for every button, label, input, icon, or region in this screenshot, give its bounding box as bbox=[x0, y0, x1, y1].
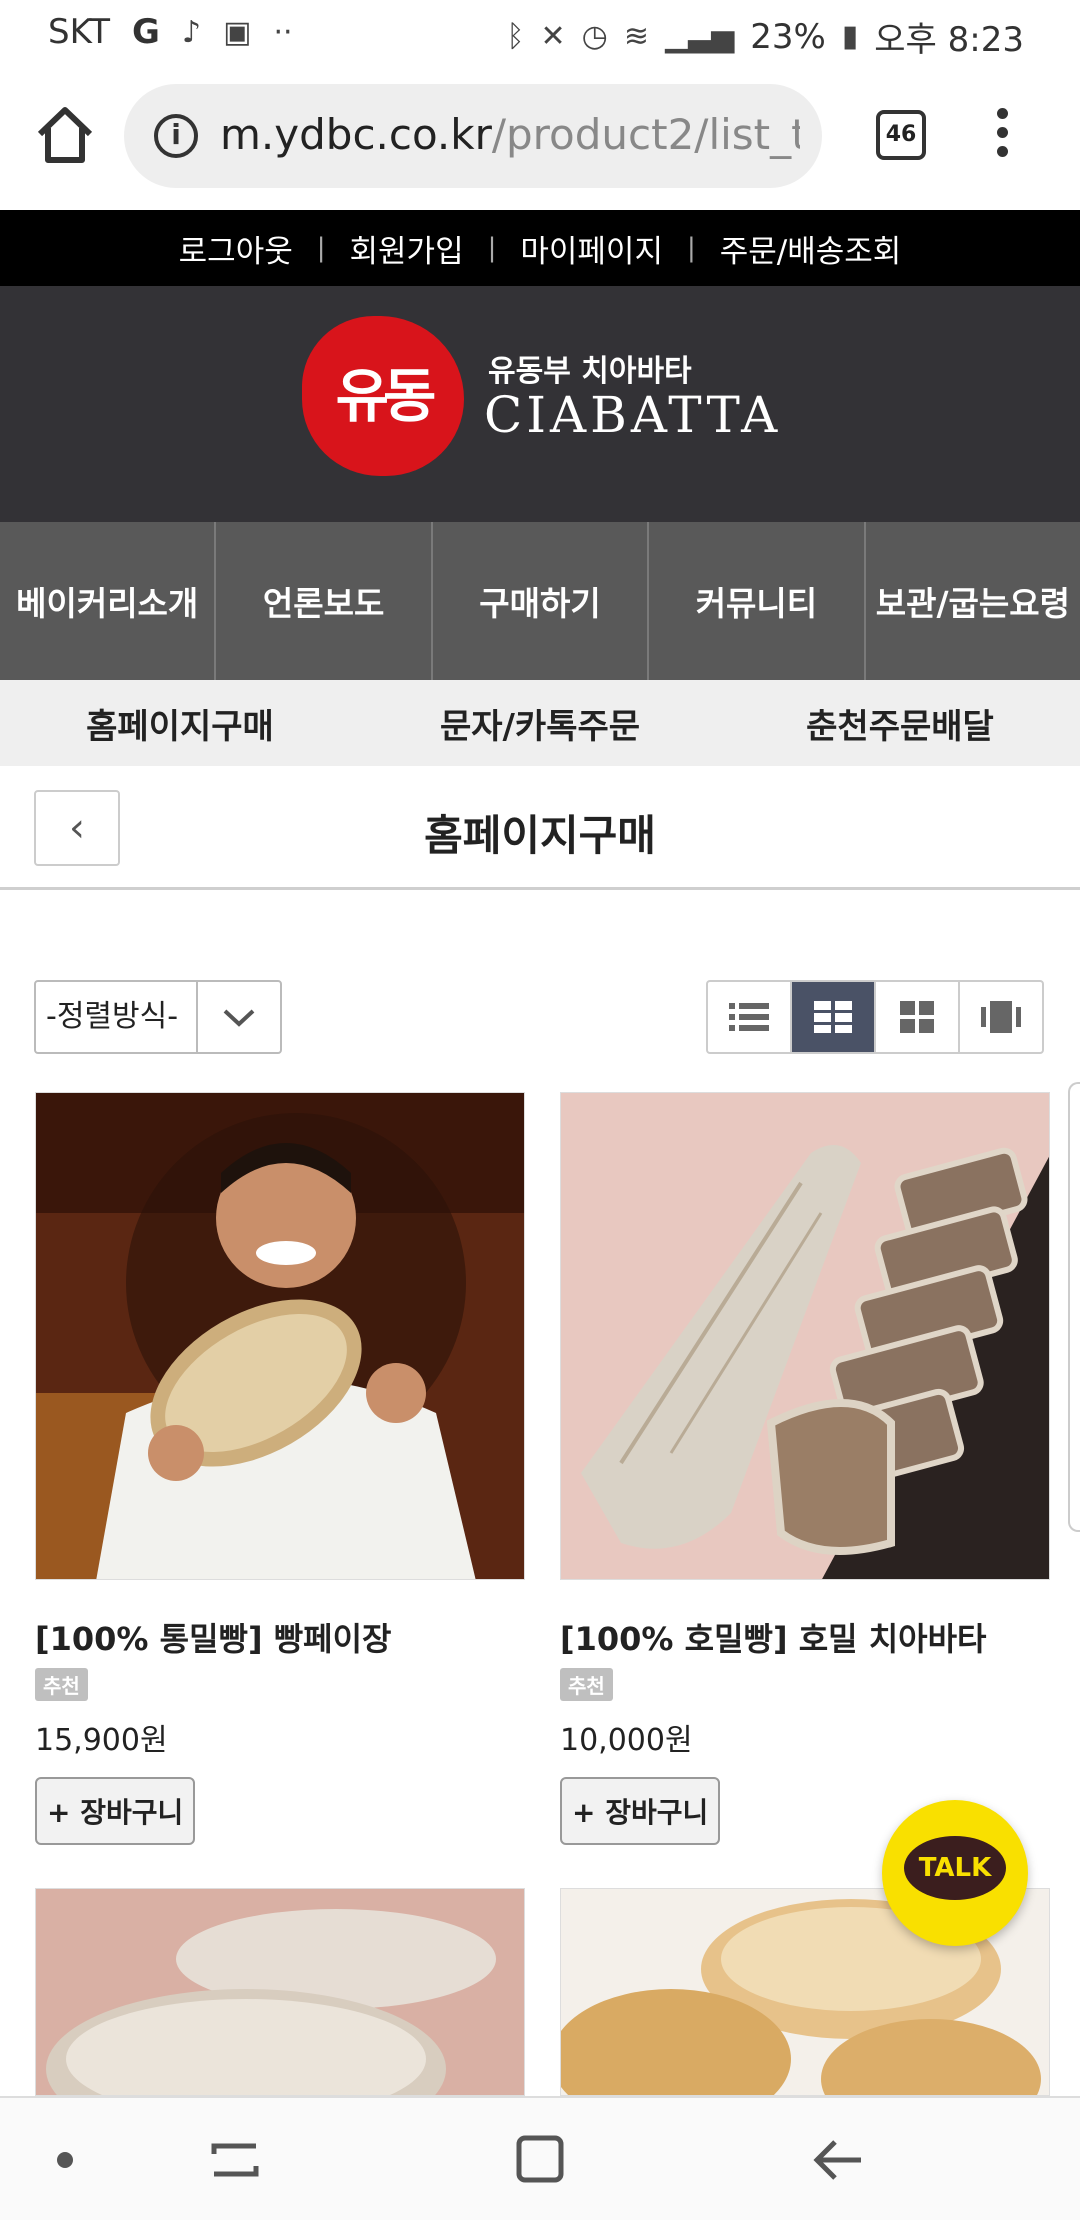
voicemail-icon: ▣ bbox=[223, 14, 252, 50]
product-card[interactable]: [100% 호밀빵] 호밀 치아바타 추천 10,000원 + 장바구니 bbox=[560, 1092, 1050, 1845]
alarm-icon: ◷ bbox=[581, 19, 608, 54]
nav-bakery-intro[interactable]: 베이커리소개 bbox=[0, 522, 217, 680]
overflow-menu-icon[interactable] bbox=[990, 108, 1014, 166]
tab-switcher-button[interactable]: 46 bbox=[876, 110, 926, 160]
product-name[interactable]: [100% 통밀빵] 빵페이장 bbox=[35, 1614, 525, 1660]
browser-toolbar: i m.ydbc.co.kr/product2/list_thu 46 bbox=[0, 64, 1080, 210]
talk-label: TALK bbox=[904, 1836, 1006, 1900]
product-price: 10,000원 bbox=[560, 1723, 693, 1758]
recommend-badge: 추천 bbox=[35, 1668, 88, 1701]
logo-badge[interactable]: 유동 bbox=[302, 316, 464, 476]
address-bar[interactable]: i m.ydbc.co.kr/product2/list_thu bbox=[124, 84, 822, 188]
product-name[interactable]: [100% 호밀빵] 호밀 치아바타 bbox=[560, 1614, 1050, 1660]
product-photo[interactable] bbox=[560, 1092, 1050, 1580]
gallery-view-button[interactable] bbox=[960, 982, 1042, 1052]
subnav-web-purchase[interactable]: 홈페이지구매 bbox=[0, 680, 360, 766]
home-icon[interactable] bbox=[30, 100, 100, 170]
account-links-bar: 로그아웃 | 회원가입 | 마이페이지 | 주문/배송조회 bbox=[0, 210, 1080, 286]
sort-select-value: -정렬방식- bbox=[36, 982, 198, 1052]
logout-link[interactable]: 로그아웃 bbox=[179, 226, 293, 271]
add-to-cart-button[interactable]: + 장바구니 bbox=[35, 1777, 196, 1845]
main-navigation: 베이커리소개 언론보도 구매하기 커뮤니티 보관/굽는요령 bbox=[0, 522, 1080, 680]
recent-apps-icon[interactable] bbox=[200, 2128, 270, 2192]
system-navigation-bar bbox=[0, 2096, 1080, 2220]
product-card[interactable] bbox=[35, 1888, 525, 2096]
music-note-icon: ♪ bbox=[181, 14, 202, 50]
list-view-button[interactable] bbox=[708, 982, 792, 1052]
nav-community[interactable]: 커뮤니티 bbox=[649, 522, 866, 680]
product-card[interactable]: [100% 통밀빵] 빵페이장 추천 15,900원 + 장바구니 bbox=[35, 1092, 525, 1845]
order-tracking-link[interactable]: 주문/배송조회 bbox=[720, 226, 902, 271]
page-title-bar: ‹ 홈페이지구매 bbox=[0, 766, 1080, 890]
dot-indicator-icon bbox=[30, 2128, 100, 2192]
signal-icon: ▁▃▅ bbox=[664, 19, 735, 54]
carrier-label: SKT bbox=[48, 12, 111, 52]
divider: | bbox=[487, 233, 497, 263]
sub-navigation: 홈페이지구매 문자/카톡주문 춘천주문배달 bbox=[0, 680, 1080, 766]
battery-icon: ▮ bbox=[841, 19, 859, 54]
subnav-sms-kakao-order[interactable]: 문자/카톡주문 bbox=[360, 680, 720, 766]
page-title: 홈페이지구매 bbox=[424, 811, 656, 860]
product-price: 15,900원 bbox=[35, 1723, 168, 1758]
nav-press[interactable]: 언론보도 bbox=[216, 522, 433, 680]
mypage-link[interactable]: 마이페이지 bbox=[520, 226, 663, 271]
home-button-icon[interactable] bbox=[505, 2128, 575, 2192]
battery-percent: 23% bbox=[750, 16, 826, 57]
grid-2-view-button[interactable] bbox=[792, 982, 876, 1052]
kakao-talk-button[interactable]: TALK bbox=[882, 1800, 1028, 1946]
divider: | bbox=[316, 233, 326, 263]
mute-icon: ✕ bbox=[540, 19, 566, 54]
more-notifications-icon: ·· bbox=[273, 14, 293, 50]
add-to-cart-button[interactable]: + 장바구니 bbox=[560, 1777, 721, 1845]
site-info-icon[interactable]: i bbox=[154, 114, 198, 158]
status-bar: SKT G ♪ ▣ ·· ᛒ ✕ ◷ ≋ ▁▃▅ 23% ▮ 오후 8:23 bbox=[0, 0, 1080, 64]
sort-select[interactable]: -정렬방식- bbox=[34, 980, 282, 1054]
clock: 오후 8:23 bbox=[874, 20, 1024, 60]
signup-link[interactable]: 회원가입 bbox=[350, 226, 464, 271]
scroll-indicator bbox=[1068, 1082, 1080, 1532]
product-photo[interactable] bbox=[35, 1092, 525, 1580]
grid-view-button[interactable] bbox=[876, 982, 960, 1052]
url-text[interactable]: m.ydbc.co.kr/product2/list_thu bbox=[220, 110, 800, 159]
subnav-chuncheon-delivery[interactable]: 춘천주문배달 bbox=[720, 680, 1080, 766]
url-path: /product2/list_thu bbox=[491, 110, 800, 159]
nav-purchase[interactable]: 구매하기 bbox=[433, 522, 650, 680]
divider: | bbox=[686, 233, 696, 263]
url-host: m.ydbc.co.kr bbox=[220, 110, 492, 159]
site-header: 유동 유동부 치아바타 CIABATTA bbox=[0, 286, 1080, 522]
product-photo[interactable] bbox=[35, 1888, 525, 2096]
grid-list-icon bbox=[814, 1001, 852, 1033]
bluetooth-icon: ᛒ bbox=[506, 19, 525, 54]
nav-storage-tips[interactable]: 보관/굽는요령 bbox=[866, 522, 1080, 680]
recommend-badge: 추천 bbox=[560, 1668, 613, 1701]
wifi-icon: ≋ bbox=[623, 19, 649, 54]
carousel-icon bbox=[981, 1001, 1021, 1033]
chevron-down-icon[interactable] bbox=[198, 982, 280, 1052]
back-arrow-icon[interactable] bbox=[805, 2128, 875, 2192]
list-view-icon bbox=[729, 1003, 769, 1031]
logo-title[interactable]: CIABATTA bbox=[484, 386, 781, 444]
carrier-g-label: G bbox=[132, 12, 160, 52]
grid-icon bbox=[900, 1001, 934, 1033]
logo-subtitle: 유동부 치아바타 bbox=[488, 354, 692, 389]
view-mode-toggles bbox=[706, 980, 1044, 1054]
